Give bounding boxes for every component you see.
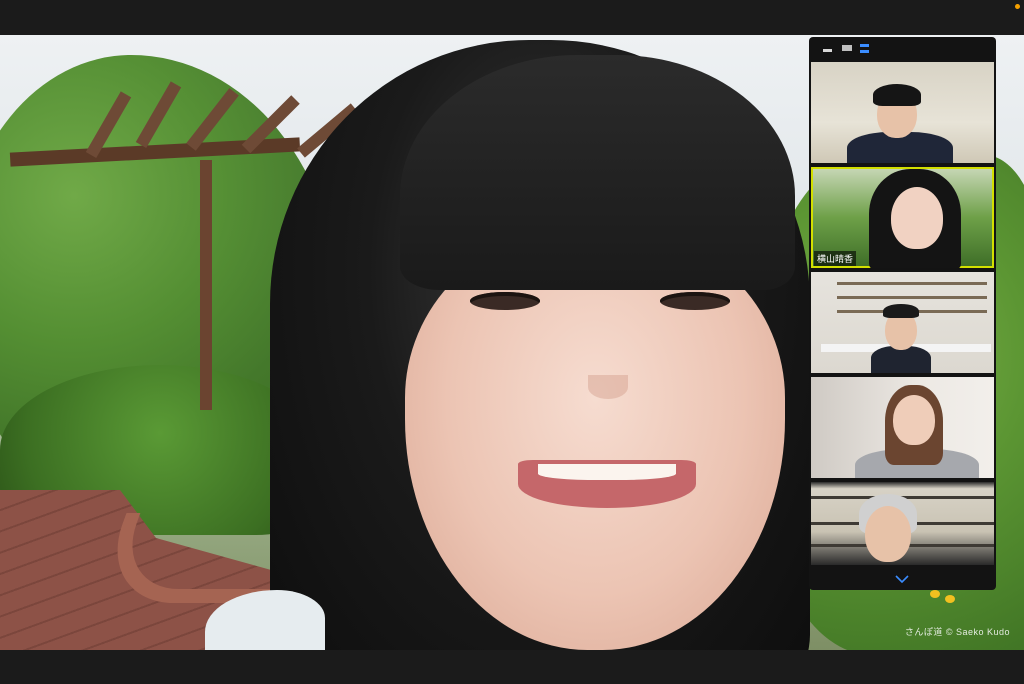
bottom-bar — [0, 650, 1024, 684]
participant-face — [865, 506, 911, 562]
speaker-eye — [470, 292, 540, 310]
speaker-bangs — [400, 55, 795, 290]
chevron-down-icon[interactable] — [895, 575, 909, 583]
participant-tile-active-speaker[interactable]: 横山晴香 — [811, 167, 994, 268]
gallery-grid-icon[interactable] — [860, 44, 869, 53]
background-credit: さんぽ道 © Saeko Kudo — [904, 627, 1010, 637]
speaker-mouth — [518, 460, 696, 508]
participant-face — [893, 395, 935, 445]
participant-tile[interactable] — [811, 62, 994, 163]
pergola-post — [200, 160, 212, 410]
bookshelf — [837, 282, 987, 285]
participant-body — [871, 346, 931, 373]
speaker-eye — [660, 292, 730, 310]
gallery-toolbar — [809, 37, 996, 62]
participant-tile[interactable] — [811, 377, 994, 478]
top-bar — [0, 0, 1024, 35]
participant-face — [891, 187, 943, 249]
minimize-icon[interactable] — [823, 49, 832, 52]
filmstrip-view-icon[interactable] — [842, 45, 852, 51]
participant-tile[interactable] — [811, 272, 994, 373]
speaker-nose — [588, 375, 628, 399]
participant-gallery-panel: 横山晴香 — [809, 37, 996, 590]
participant-hair — [873, 84, 921, 106]
speaker-teeth — [538, 464, 676, 480]
flower — [945, 595, 955, 603]
status-dot-icon — [1015, 4, 1020, 9]
participant-hair — [883, 304, 919, 318]
bookshelf — [837, 296, 987, 299]
flower — [930, 590, 940, 598]
participant-name: 横山晴香 — [814, 251, 857, 266]
participant-tile[interactable] — [811, 482, 994, 565]
